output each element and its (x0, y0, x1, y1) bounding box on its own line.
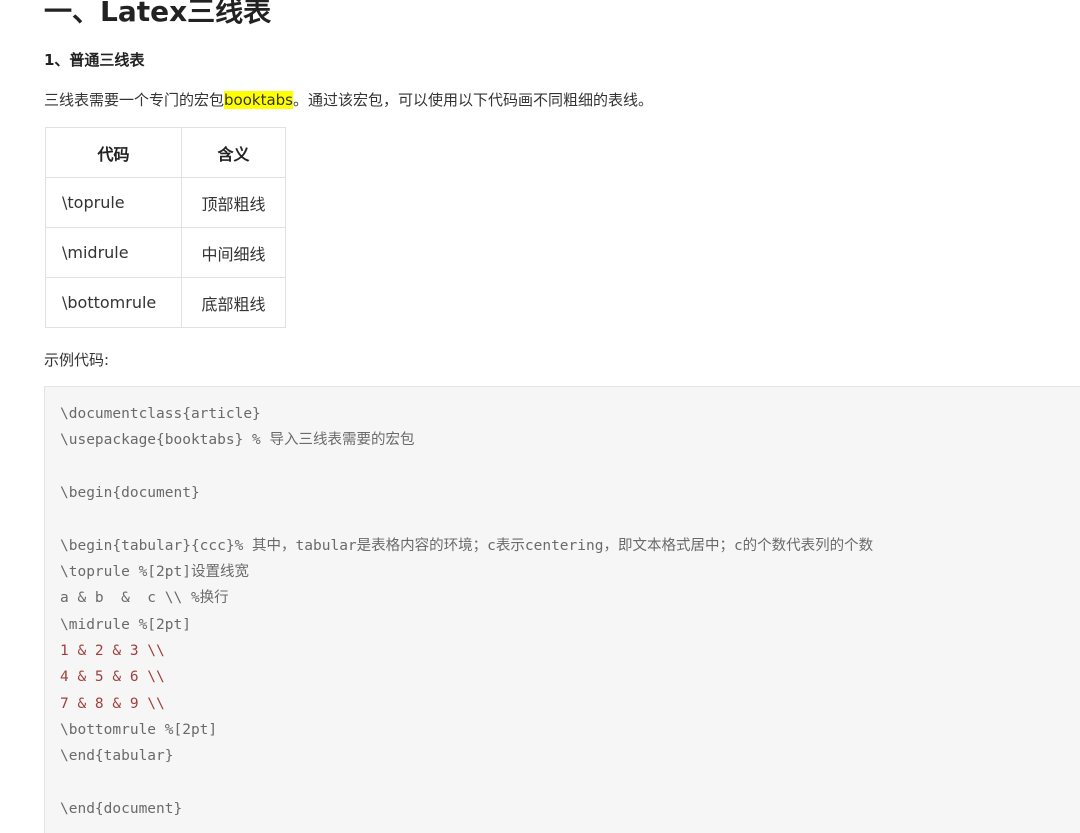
table-row: \midrule 中间细线 (45, 227, 286, 278)
table-header-meaning: 含义 (181, 127, 286, 178)
code-line: 4 & 5 & 6 \\ (60, 669, 165, 685)
table-cell-command: \toprule (45, 177, 182, 228)
intro-paragraph: 三线表需要一个专门的宏包booktabs。通过该宏包，可以使用以下代码画不同粗细… (44, 89, 653, 111)
highlighted-package-name: booktabs (224, 91, 293, 109)
table-cell-meaning: 底部粗线 (181, 277, 286, 328)
table-header-code: 代码 (45, 127, 182, 178)
code-line: \begin{document} (60, 485, 200, 501)
code-block[interactable]: \documentclass{article} \usepackage{book… (44, 386, 1080, 833)
code-line: \bottomrule %[2pt] (60, 722, 218, 738)
code-line: \begin{tabular}{ccc}% 其中，tabular是表格内容的环境… (60, 538, 874, 554)
code-line: a & b & c \\ %换行 (60, 590, 229, 606)
code-line: 1 & 2 & 3 \\ (60, 643, 165, 659)
example-code-label: 示例代码: (44, 351, 110, 369)
code-line: \documentclass{article} (60, 406, 261, 422)
table-cell-meaning: 中间细线 (181, 227, 286, 278)
intro-text-after: 。通过该宏包，可以使用以下代码画不同粗细的表线。 (293, 91, 654, 109)
page-title: 一、Latex三线表 (44, 0, 272, 28)
table-cell-meaning: 顶部粗线 (181, 177, 286, 228)
code-line: \toprule %[2pt]设置线宽 (60, 564, 249, 580)
code-line: \usepackage{booktabs} % 导入三线表需要的宏包 (60, 432, 415, 448)
rule-commands-table: 代码 含义 \toprule 顶部粗线 \midrule 中间细线 \botto… (45, 127, 286, 328)
code-line: \end{document} (60, 801, 183, 817)
table-header-row: 代码 含义 (45, 127, 286, 178)
table-row: \bottomrule 底部粗线 (45, 277, 286, 328)
code-line: 7 & 8 & 9 \\ (60, 696, 165, 712)
intro-text-before: 三线表需要一个专门的宏包 (44, 91, 225, 109)
code-line: \midrule %[2pt] (60, 617, 191, 633)
code-line: \end{tabular} (60, 748, 174, 764)
table-row: \toprule 顶部粗线 (45, 177, 286, 228)
table-cell-command: \midrule (45, 227, 182, 278)
table-cell-command: \bottomrule (45, 277, 182, 328)
section-heading: 1、普通三线表 (44, 51, 145, 69)
